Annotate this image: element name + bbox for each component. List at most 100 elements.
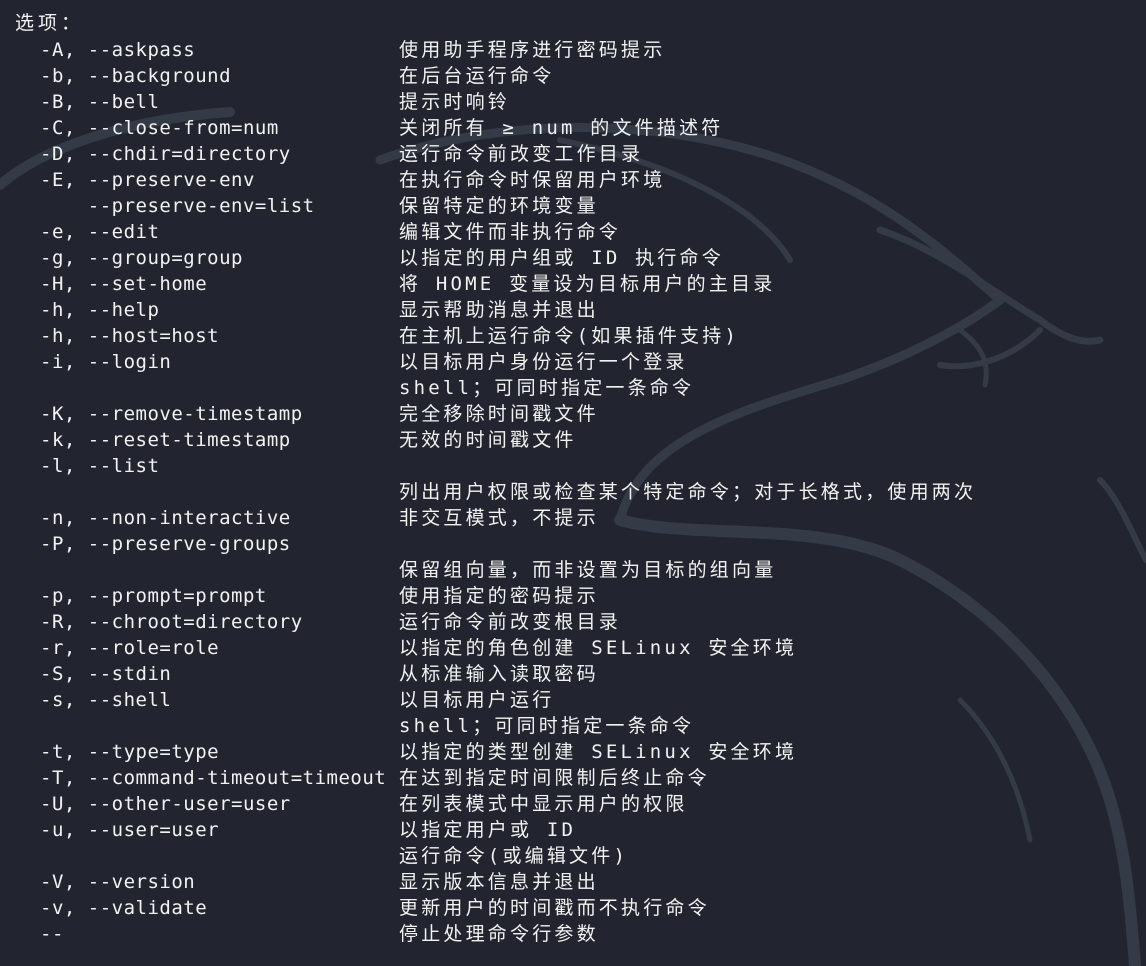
option-description: 在达到指定时间限制后终止命令 [399, 767, 710, 789]
option-flag: -r, --role=role [40, 637, 220, 659]
option-row: -P, --preserve-groups [0, 531, 1146, 557]
option-description: 使用助手程序进行密码提示 [399, 39, 666, 61]
option-row: -g, --group=group 以指定的用户组或 ID 执行命令 [0, 245, 1146, 271]
option-flag: -P, --preserve-groups [40, 533, 291, 555]
option-row: -v, --validate 更新用户的时间戳而不执行命令 [0, 895, 1146, 921]
option-row: -V, --version 显示版本信息并退出 [0, 869, 1146, 895]
option-description: 保留组向量，而非设置为目标的组向量 [399, 559, 777, 581]
option-flag: -H, --set-home [40, 273, 208, 295]
option-row: -T, --command-timeout=timeout 在达到指定时间限制后终… [0, 765, 1146, 791]
option-description: 完全移除时间戳文件 [399, 403, 599, 425]
option-row: --preserve-env=list 保留特定的环境变量 [0, 193, 1146, 219]
option-flag: -E, --preserve-env [40, 169, 255, 191]
option-description: 显示帮助消息并退出 [399, 299, 599, 321]
option-flag: -u, --user=user [40, 819, 220, 841]
option-flag: -h, --help [40, 299, 160, 321]
option-row: -S, --stdin 从标准输入读取密码 [0, 661, 1146, 687]
option-description: 以指定的用户组或 ID 执行命令 [399, 247, 724, 269]
option-flag: -e, --edit [40, 221, 160, 243]
option-flag: -- [40, 923, 64, 945]
option-row: -- 停止处理命令行参数 [0, 921, 1146, 947]
option-row: -r, --role=role 以指定的角色创建 SELinux 安全环境 [0, 635, 1146, 661]
option-row: -C, --close-from=num 关闭所有 ≥ num 的文件描述符 [0, 115, 1146, 141]
option-description: 在执行命令时保留用户环境 [399, 169, 666, 191]
option-description: 提示时响铃 [399, 91, 511, 113]
option-description: 无效的时间戳文件 [399, 429, 577, 451]
option-row: -A, --askpass 使用助手程序进行密码提示 [0, 37, 1146, 63]
option-description: 关闭所有 ≥ num 的文件描述符 [399, 117, 724, 139]
option-description: 从标准输入读取密码 [399, 663, 599, 685]
option-description: 显示版本信息并退出 [399, 871, 599, 893]
option-row: -t, --type=type 以指定的类型创建 SELinux 安全环境 [0, 739, 1146, 765]
option-row: -D, --chdir=directory 运行命令前改变工作目录 [0, 141, 1146, 167]
terminal-output: 选项： -A, --askpass 使用助手程序进行密码提示 -b, --back… [0, 0, 1146, 966]
option-description: 以指定的角色创建 SELinux 安全环境 [399, 637, 798, 659]
option-flag: -k, --reset-timestamp [40, 429, 291, 451]
option-row: -K, --remove-timestamp 完全移除时间戳文件 [0, 401, 1146, 427]
option-flag: -n, --non-interactive [40, 507, 291, 529]
option-row: -h, --help 显示帮助消息并退出 [0, 297, 1146, 323]
option-description: shell；可同时指定一条命令 [399, 715, 695, 737]
option-row: 列出用户权限或检查某个特定命令；对于长格式，使用两次 [0, 479, 1146, 505]
option-description: shell；可同时指定一条命令 [399, 377, 695, 399]
option-row: -u, --user=user 以指定用户或 ID [0, 817, 1146, 843]
option-row: -k, --reset-timestamp 无效的时间戳文件 [0, 427, 1146, 453]
option-description: 列出用户权限或检查某个特定命令；对于长格式，使用两次 [399, 481, 977, 503]
option-flag: --preserve-env=list [40, 195, 315, 217]
option-row: -B, --bell 提示时响铃 [0, 89, 1146, 115]
option-flag: -l, --list [40, 455, 160, 477]
option-row: -p, --prompt=prompt 使用指定的密码提示 [0, 583, 1146, 609]
option-flag: -C, --close-from=num [40, 117, 279, 139]
option-row: shell；可同时指定一条命令 [0, 375, 1146, 401]
option-row: -i, --login 以目标用户身份运行一个登录 [0, 349, 1146, 375]
option-description: 非交互模式，不提示 [399, 507, 599, 529]
option-flag: -t, --type=type [40, 741, 220, 763]
option-flag: -K, --remove-timestamp [40, 403, 303, 425]
option-description: 运行命令前改变根目录 [399, 611, 622, 633]
option-row: -h, --host=host 在主机上运行命令(如果插件支持) [0, 323, 1146, 349]
option-description: 以指定用户或 ID [399, 819, 577, 841]
option-row: 运行命令(或编辑文件) [0, 843, 1146, 869]
option-row: -n, --non-interactive 非交互模式，不提示 [0, 505, 1146, 531]
option-flag: -b, --background [40, 65, 232, 87]
option-flag: -v, --validate [40, 897, 208, 919]
option-row: -U, --other-user=user 在列表模式中显示用户的权限 [0, 791, 1146, 817]
option-flag: -g, --group=group [40, 247, 243, 269]
option-flag: -R, --chroot=directory [40, 611, 303, 633]
option-row: -e, --edit 编辑文件而非执行命令 [0, 219, 1146, 245]
option-row: -H, --set-home 将 HOME 变量设为目标用户的主目录 [0, 271, 1146, 297]
option-flag: -S, --stdin [40, 663, 172, 685]
option-description: 运行命令(或编辑文件) [399, 845, 629, 867]
option-description: 保留特定的环境变量 [399, 195, 599, 217]
option-description: 在后台运行命令 [399, 65, 555, 87]
option-row: -E, --preserve-env 在执行命令时保留用户环境 [0, 167, 1146, 193]
option-flag: -T, --command-timeout=timeout [40, 767, 387, 789]
option-description: 以目标用户身份运行一个登录 [399, 351, 688, 373]
option-flag: -D, --chdir=directory [40, 143, 291, 165]
option-description: 将 HOME 变量设为目标用户的主目录 [399, 273, 776, 295]
option-description: 停止处理命令行参数 [399, 923, 599, 945]
option-flag: -V, --version [40, 871, 196, 893]
option-description: 编辑文件而非执行命令 [399, 221, 622, 243]
option-description: 以指定的类型创建 SELinux 安全环境 [399, 741, 798, 763]
option-flag: -i, --login [40, 351, 172, 373]
option-row: shell；可同时指定一条命令 [0, 713, 1146, 739]
option-description: 使用指定的密码提示 [399, 585, 599, 607]
option-row: -R, --chroot=directory 运行命令前改变根目录 [0, 609, 1146, 635]
option-description: 在列表模式中显示用户的权限 [399, 793, 688, 815]
option-flag: -p, --prompt=prompt [40, 585, 267, 607]
option-description: 在主机上运行命令(如果插件支持) [399, 325, 740, 347]
option-flag: -A, --askpass [40, 39, 196, 61]
options-list: -A, --askpass 使用助手程序进行密码提示 -b, --backgrou… [0, 37, 1146, 947]
option-row: -s, --shell 以目标用户运行 [0, 687, 1146, 713]
option-flag: -s, --shell [40, 689, 172, 711]
option-flag: -U, --other-user=user [40, 793, 291, 815]
option-row: 保留组向量，而非设置为目标的组向量 [0, 557, 1146, 583]
option-row: -b, --background 在后台运行命令 [0, 63, 1146, 89]
option-flag: -h, --host=host [40, 325, 220, 347]
option-description: 以目标用户运行 [399, 689, 555, 711]
option-description: 更新用户的时间戳而不执行命令 [399, 897, 710, 919]
option-flag: -B, --bell [40, 91, 160, 113]
option-row: -l, --list [0, 453, 1146, 479]
option-description: 运行命令前改变工作目录 [399, 143, 644, 165]
